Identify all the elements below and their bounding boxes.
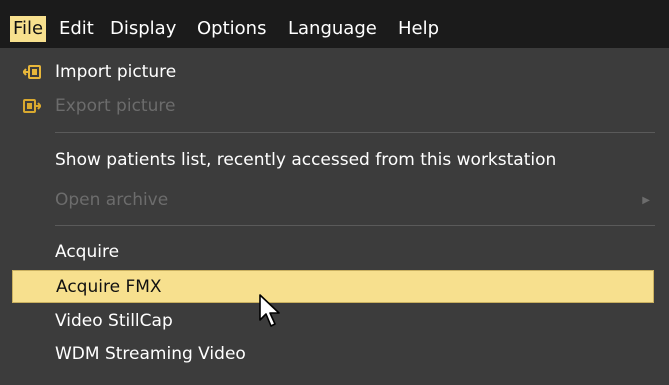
menu-item-import-picture[interactable]: Import picture xyxy=(12,56,654,89)
menu-item-label: Show patients list, recently accessed fr… xyxy=(55,150,557,170)
menu-item-show-patients-list[interactable]: Show patients list, recently accessed fr… xyxy=(12,144,654,177)
menu-item-open-archive[interactable]: Open archive ▶ xyxy=(12,184,654,217)
menu-bar: File Edit Display Options Language Help xyxy=(0,0,669,48)
menu-item-acquire[interactable]: Acquire xyxy=(12,236,654,269)
menu-separator xyxy=(55,132,655,133)
menu-edit[interactable]: Edit xyxy=(59,16,94,42)
menu-item-wdm-streaming-video[interactable]: WDM Streaming Video xyxy=(12,338,654,371)
menu-item-video-stillcap[interactable]: Video StillCap xyxy=(12,305,654,338)
menu-display[interactable]: Display xyxy=(110,16,176,42)
menu-separator xyxy=(55,225,655,226)
menu-item-label: WDM Streaming Video xyxy=(55,344,246,364)
submenu-arrow-icon: ▶ xyxy=(642,195,650,206)
export-picture-icon xyxy=(23,99,41,113)
file-menu-dropdown: Import picture Export picture Show patie… xyxy=(0,48,669,385)
menu-item-acquire-fmx[interactable]: Acquire FMX xyxy=(12,270,654,303)
menu-item-label: Video StillCap xyxy=(55,311,173,331)
menu-item-label: Acquire FMX xyxy=(56,277,162,297)
menu-help[interactable]: Help xyxy=(398,16,439,42)
menu-item-label: Import picture xyxy=(55,62,177,82)
menu-language[interactable]: Language xyxy=(288,16,377,42)
menu-item-label: Export picture xyxy=(55,96,176,116)
import-picture-icon xyxy=(23,65,41,79)
mouse-cursor-icon xyxy=(259,294,280,327)
menu-file[interactable]: File xyxy=(10,16,47,42)
menu-item-label: Acquire xyxy=(55,242,120,262)
menu-item-label: Open archive xyxy=(55,190,169,210)
menu-item-export-picture[interactable]: Export picture xyxy=(12,90,654,123)
menu-options[interactable]: Options xyxy=(197,16,266,42)
